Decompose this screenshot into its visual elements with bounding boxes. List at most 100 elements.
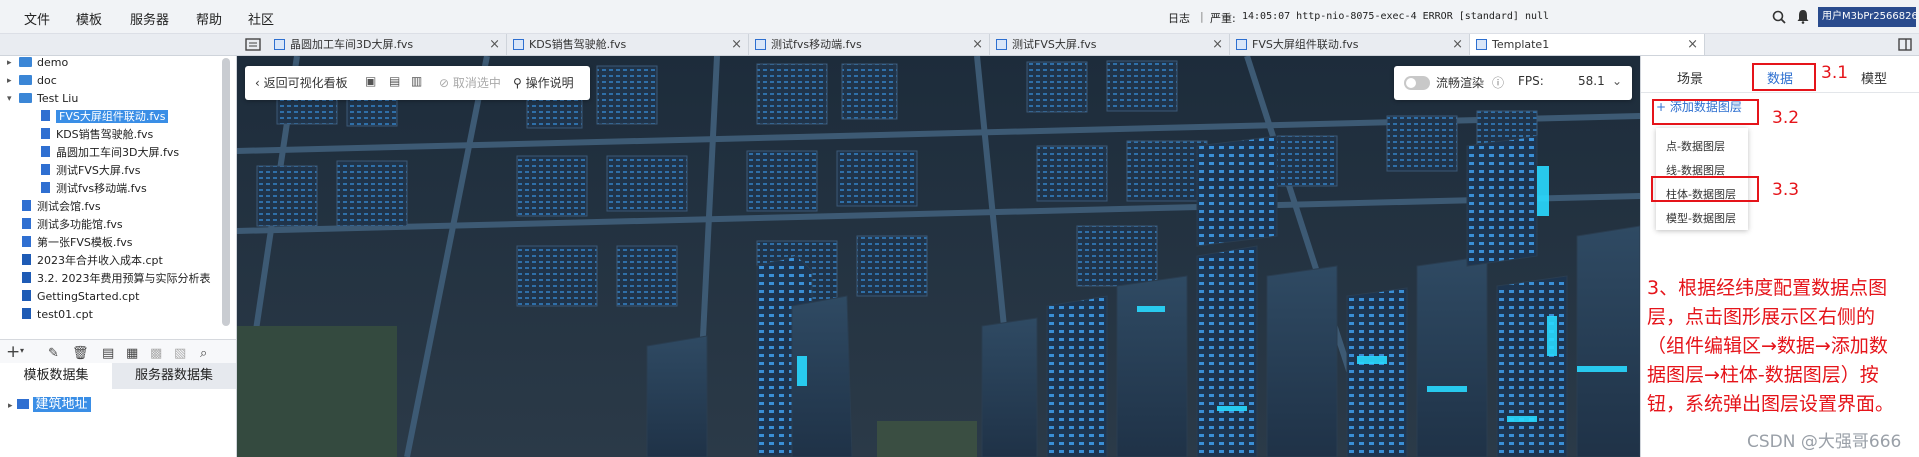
fvs-file-icon [1476,39,1487,50]
tree-file-getting-started[interactable]: GettingStarted.cpt [22,288,139,306]
city-3d-scene[interactable] [237,56,1640,457]
back-to-dashboard-button[interactable]: ‹ 返回可视化看板 [255,74,348,91]
smooth-render-toggle[interactable] [1404,76,1430,90]
tree-file-2023-budget[interactable]: 3.2. 2023年费用预算与实际分析表 [22,270,220,288]
tree-file-fvs-linkage[interactable]: FVS大屏组件联动.fvs [41,108,169,126]
db-icon[interactable]: ▩ [150,346,162,361]
tree-file-2023-income[interactable]: 2023年合并收入成本.cpt [22,252,163,270]
close-icon[interactable]: × [489,34,500,55]
close-icon[interactable]: × [1687,34,1698,55]
log-level: 严重: [1210,12,1236,25]
tab-scene[interactable]: 场景 [1677,68,1703,87]
close-icon[interactable]: × [972,34,983,55]
close-icon[interactable]: × [731,34,742,55]
menu-item-point-layer[interactable]: 点-数据图层 [1666,138,1725,154]
log-message[interactable]: 14:05:07 http-nio-8075-exec-4 ERROR [sta… [1242,11,1549,22]
log-separator: | [1200,10,1204,23]
scene-canvas[interactable]: ‹ 返回可视化看板 ▣ ▤ ▥ ⊘ 取消选中 ⚲ 操作说明 流畅渲染 ⓘ FPS… [237,56,1640,457]
menu-server[interactable]: 服务器 [130,9,169,28]
fvs-file-icon [1236,39,1247,50]
folder-open-icon [19,93,32,103]
tree-file-test01[interactable]: test01.cpt [22,306,93,324]
preview-icon[interactable]: ▤ [102,346,114,361]
fps-label: FPS: [1518,74,1544,88]
tree-folder-test-liu[interactable]: ▾ Test Liu [7,90,78,108]
collapse-arrow-icon[interactable]: ▾ [7,90,12,108]
tab-mobile[interactable]: 测试fvs移动端.fvs × [749,34,990,55]
menu-item-model-layer[interactable]: 模型-数据图层 [1666,210,1736,226]
tab-wafer[interactable]: 晶圆加工车间3D大屏.fvs × [268,34,507,55]
log-label[interactable]: 日志 [1168,10,1190,26]
copy-icon[interactable]: ▤ [389,74,400,88]
menu-community[interactable]: 社区 [248,9,274,28]
instructions-button[interactable]: ⚲ 操作说明 [513,74,574,91]
tree-file-multi-hall[interactable]: 测试多功能馆.fvs [22,216,123,234]
tree-folder-demo[interactable]: ▸ demo [7,54,68,72]
db-copy-icon[interactable]: ▧ [174,346,186,361]
chevron-down-icon[interactable]: ▾ [20,346,24,355]
tree-file-mobile[interactable]: 测试fvs移动端.fvs [41,180,147,198]
fvs-file-icon [41,182,50,193]
fvs-file-icon [41,164,50,175]
fvs-file-icon [755,39,766,50]
tab-model[interactable]: 模型 [1861,68,1887,87]
chevron-left-icon: ‹ [255,76,264,90]
folder-icon [19,75,32,85]
duplicate-icon[interactable]: ▥ [411,74,422,88]
tab-label: 晶圆加工车间3D大屏.fvs [290,38,414,51]
delete-icon[interactable]: 🗑 [72,346,89,361]
table-icon [16,399,29,409]
highlight-add-layer [1652,99,1759,125]
tab-label: Template1 [1492,38,1550,51]
tab-label: 测试fvs移动端.fvs [771,38,862,51]
smooth-render-label: 流畅渲染 [1436,76,1485,90]
tab-kds[interactable]: KDS销售驾驶舱.fvs × [507,34,749,55]
tree-file-wafer[interactable]: 晶圆加工车间3D大屏.fvs [41,144,179,162]
instruction-annotation: 3、根据经纬度配置数据点图层，点击图形展示区右侧的（组件编辑区→数据→添加数据图… [1647,277,1895,415]
canvas-toolbar: ‹ 返回可视化看板 ▣ ▤ ▥ ⊘ 取消选中 ⚲ 操作说明 [245,66,590,100]
cancel-selection-button[interactable]: ⊘ 取消选中 [439,74,501,91]
expand-arrow-icon[interactable]: ▸ [8,401,13,411]
expand-arrow-icon[interactable]: ▸ [7,72,12,90]
menu-file[interactable]: 文件 [24,9,50,28]
tree-scrollbar[interactable] [222,58,230,326]
close-icon[interactable]: × [1452,34,1463,55]
search-icon[interactable] [1772,10,1786,24]
help-icon[interactable]: ⓘ [1492,74,1504,91]
layout-icon[interactable]: ▣ [365,74,376,88]
fvs-file-icon [274,39,285,50]
edit-icon[interactable]: ✎ [48,346,59,361]
bell-icon[interactable] [1796,9,1810,24]
dataset-tabs: 模板数据集 服务器数据集 [0,363,236,389]
tab-linkage[interactable]: FVS大屏组件联动.fvs × [1230,34,1470,55]
menu-help[interactable]: 帮助 [196,9,222,28]
tab-server-datasets[interactable]: 服务器数据集 [112,363,236,389]
close-icon[interactable]: × [1212,34,1223,55]
chevron-down-icon[interactable]: ⌄ [1612,74,1622,88]
tree-folder-doc[interactable]: ▸ doc [7,72,57,90]
dataset-item[interactable]: ▸ 建筑地址 [8,396,91,414]
tab-test-fvs[interactable]: 测试FVS大屏.fvs × [990,34,1230,55]
data-edit-icon[interactable]: ▦ [126,346,138,361]
tree-file-kds[interactable]: KDS销售驾驶舱.fvs [41,126,153,144]
fvs-file-icon [22,200,31,211]
fvs-file-icon [22,236,31,247]
menu-template[interactable]: 模板 [76,9,102,28]
fvs-file-icon [513,39,524,50]
user-badge[interactable]: 用户M3bPr2566826 [1818,7,1916,27]
tree-file-hall[interactable]: 测试会馆.fvs [22,198,101,216]
expand-panel-icon[interactable] [1898,38,1912,51]
tree-file-test-fvs[interactable]: 测试FVS大屏.fvs [41,162,140,180]
tab-template1[interactable]: Template1 × [1470,34,1705,55]
expand-arrow-icon[interactable]: ▸ [7,54,12,72]
add-icon[interactable]: + [6,342,20,362]
menu-bar: 文件 模板 服务器 帮助 社区 日志 | 严重: 14:05:07 http-n… [0,0,1919,34]
tab-list-icon[interactable] [245,38,261,51]
step-label-3-2: 3.2 [1772,108,1800,128]
search-icon[interactable]: ⌕ [200,346,207,361]
cpt-file-icon [22,272,31,283]
tree-file-first-template[interactable]: 第一张FVS模板.fvs [22,234,132,252]
fvs-file-icon [41,128,50,139]
tab-label: FVS大屏组件联动.fvs [1252,38,1359,51]
tab-template-datasets[interactable]: 模板数据集 [0,363,112,389]
